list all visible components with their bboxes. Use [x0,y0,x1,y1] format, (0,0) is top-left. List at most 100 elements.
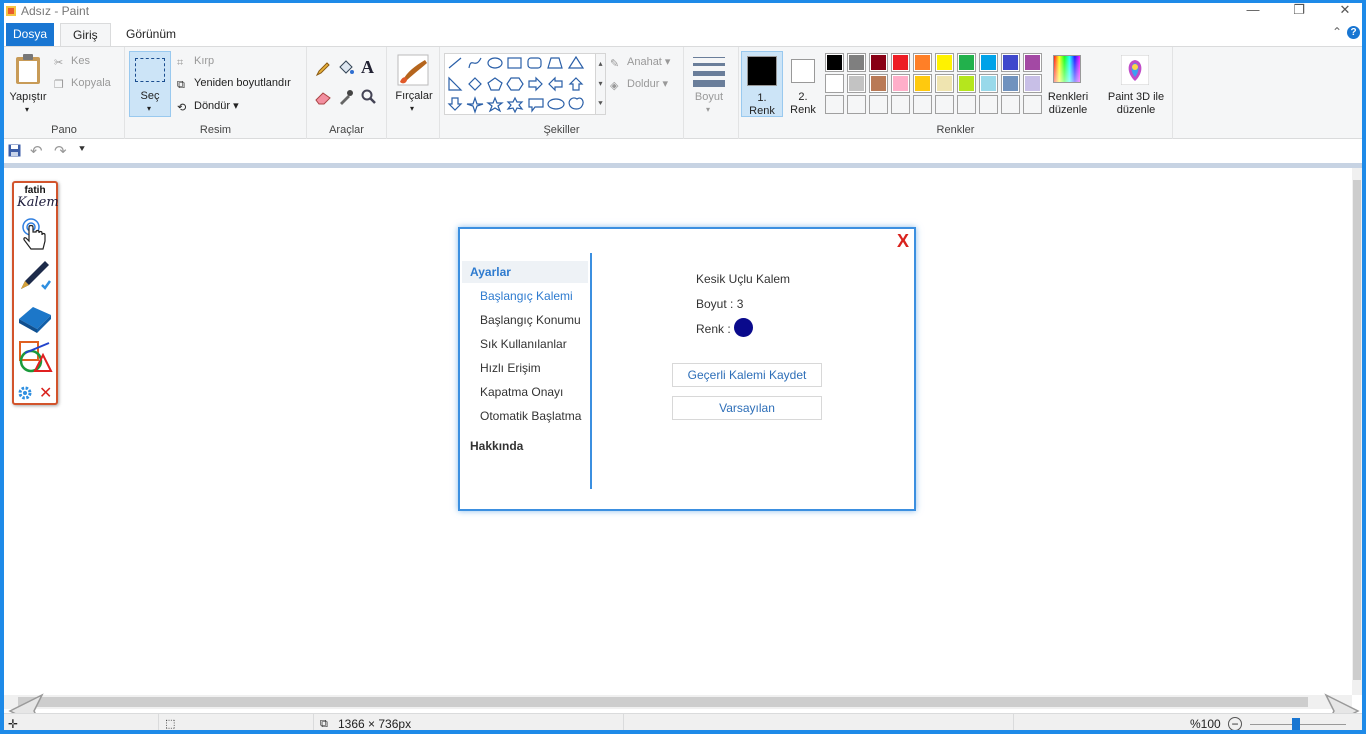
palette-swatch[interactable] [825,95,844,114]
palette-swatch[interactable] [891,95,910,114]
palette-swatch[interactable] [913,95,932,114]
shapes-scroll[interactable]: ▴ ▾ ⯆ [596,53,606,115]
rotate-button[interactable]: ⟲ Döndür ▾ [177,99,239,114]
nav-item-auto-start[interactable]: Otomatik Başlatma [480,409,581,423]
palette-swatch[interactable] [891,74,910,93]
palette-swatch[interactable] [957,95,976,114]
collapse-ribbon-icon[interactable]: ⌃ [1332,25,1342,39]
cut-button[interactable]: ✂ Kes [54,55,90,69]
pen-color-swatch [734,318,753,337]
color1-button[interactable]: 1. Renk [741,51,783,117]
minimize-button[interactable]: — [1230,3,1276,20]
palette-swatch[interactable] [847,53,866,72]
palette-swatch[interactable] [1001,95,1020,114]
horizontal-scroll-thumb[interactable] [18,697,1308,707]
color2-button[interactable]: 2. Renk [785,51,821,117]
palette-swatch[interactable] [847,95,866,114]
horizontal-scrollbar[interactable] [4,695,1352,709]
palette-swatch[interactable] [935,95,954,114]
palette-swatch[interactable] [935,53,954,72]
resize-button[interactable]: ⧉ Yeniden boyutlandır [177,77,291,91]
tab-file[interactable]: Dosya [6,23,54,46]
fatih-close-icon[interactable]: ✕ [39,383,52,403]
shapes-gallery[interactable] [444,53,596,115]
help-icon[interactable]: ? [1347,26,1360,39]
fill-button[interactable]: ◈ Doldur ▾ [610,77,668,92]
settings-gear-icon[interactable] [17,385,33,401]
palette-swatch[interactable] [957,74,976,93]
tab-home[interactable]: Giriş [60,23,111,47]
pencil-icon[interactable] [315,61,331,77]
text-tool-icon[interactable]: A [361,57,374,78]
eraser-icon[interactable] [315,91,331,105]
copy-button[interactable]: ❐ Kopyala [54,77,111,91]
palette-swatch[interactable] [979,53,998,72]
select-button[interactable]: Seç ▾ [129,51,171,117]
palette-swatch[interactable] [869,53,888,72]
dialog-close-icon[interactable]: X [897,232,909,250]
fatih-kalem-logo[interactable]: fatih Kalem [17,185,59,213]
paint3d-button[interactable]: Paint 3D ile düzenle [1101,51,1171,117]
magnifier-icon[interactable] [361,89,377,105]
zoom-out-icon[interactable]: − [1228,717,1242,730]
save-current-pen-button[interactable]: Geçerli Kalemi Kaydet [672,363,822,387]
palette-swatch[interactable] [891,53,910,72]
close-window-button[interactable]: ✕ [1322,3,1362,20]
edit-colors-label-line2: düzenle [1048,104,1088,116]
vertical-scroll-thumb[interactable] [1353,180,1361,680]
palette-swatch[interactable] [1023,53,1042,72]
cut-label: Kes [71,55,90,67]
brushes-label: Fırçalar [395,90,433,102]
palette-swatch[interactable] [869,95,888,114]
customize-qat-icon[interactable]: ⯆ [78,144,86,155]
eraser-icon[interactable] [17,299,53,335]
palette-swatch[interactable] [847,74,866,93]
palette-swatch[interactable] [935,74,954,93]
nav-item-close-confirm[interactable]: Kapatma Onayı [480,385,563,399]
palette-swatch[interactable] [979,74,998,93]
nav-item-start-pen[interactable]: Başlangıç Kalemi [480,289,573,303]
size-button[interactable]: Boyut ▾ [690,53,734,115]
brushes-button[interactable]: Fırçalar ▾ [391,51,437,117]
chevron-down-icon: ▾ [147,104,152,113]
palette-swatch[interactable] [979,95,998,114]
nav-item-quick-access[interactable]: Hızlı Erişim [480,361,541,375]
palette-swatch[interactable] [1001,53,1020,72]
palette-swatch[interactable] [1023,95,1042,114]
nav-item-favorites[interactable]: Sık Kullanılanlar [480,337,567,351]
palette-swatch[interactable] [913,74,932,93]
palette-swatch[interactable] [1001,74,1020,93]
palette-swatch[interactable] [869,74,888,93]
pen-size-text: Boyut : 3 [696,297,744,311]
nav-item-start-position[interactable]: Başlangıç Konumu [480,313,581,327]
palette-swatch[interactable] [957,53,976,72]
undo-icon[interactable]: ↶ [30,142,43,160]
nav-head-about[interactable]: Hakkında [470,439,523,453]
color-picker-icon[interactable] [338,89,354,105]
hand-pointer-icon[interactable] [17,217,53,253]
zoom-slider-thumb[interactable] [1292,718,1300,730]
redo-icon[interactable]: ↷ [54,142,67,160]
fatih-logo-bottom: Kalem [17,195,59,210]
palette-swatch[interactable] [825,53,844,72]
shapes-icon[interactable] [17,339,53,375]
settings-nav: Ayarlar Başlangıç Kalemi Başlangıç Konum… [460,253,592,489]
outline-pen-icon: ✎ [610,58,620,70]
nav-head-settings[interactable]: Ayarlar [470,265,511,279]
save-icon[interactable] [8,144,21,157]
rotate-label: Döndür [194,100,231,112]
edit-colors-button[interactable]: Renkleri düzenle [1045,51,1091,117]
pen-icon[interactable] [17,257,53,293]
outline-button[interactable]: ✎ Anahat ▾ [610,55,670,70]
palette-swatch[interactable] [825,74,844,93]
default-button[interactable]: Varsayılan [672,396,822,420]
palette-swatch[interactable] [913,53,932,72]
vertical-scrollbar[interactable] [1352,168,1362,695]
clipboard-group-label: Pano [51,124,77,136]
paste-button[interactable]: Yapıştır ▾ [8,51,47,115]
crop-button[interactable]: ⌗ Kırp [177,55,214,69]
tab-view[interactable]: Görünüm [114,23,188,46]
maximize-button[interactable]: ❐ [1276,3,1322,20]
palette-swatch[interactable] [1023,74,1042,93]
fill-bucket-icon[interactable] [337,59,355,77]
